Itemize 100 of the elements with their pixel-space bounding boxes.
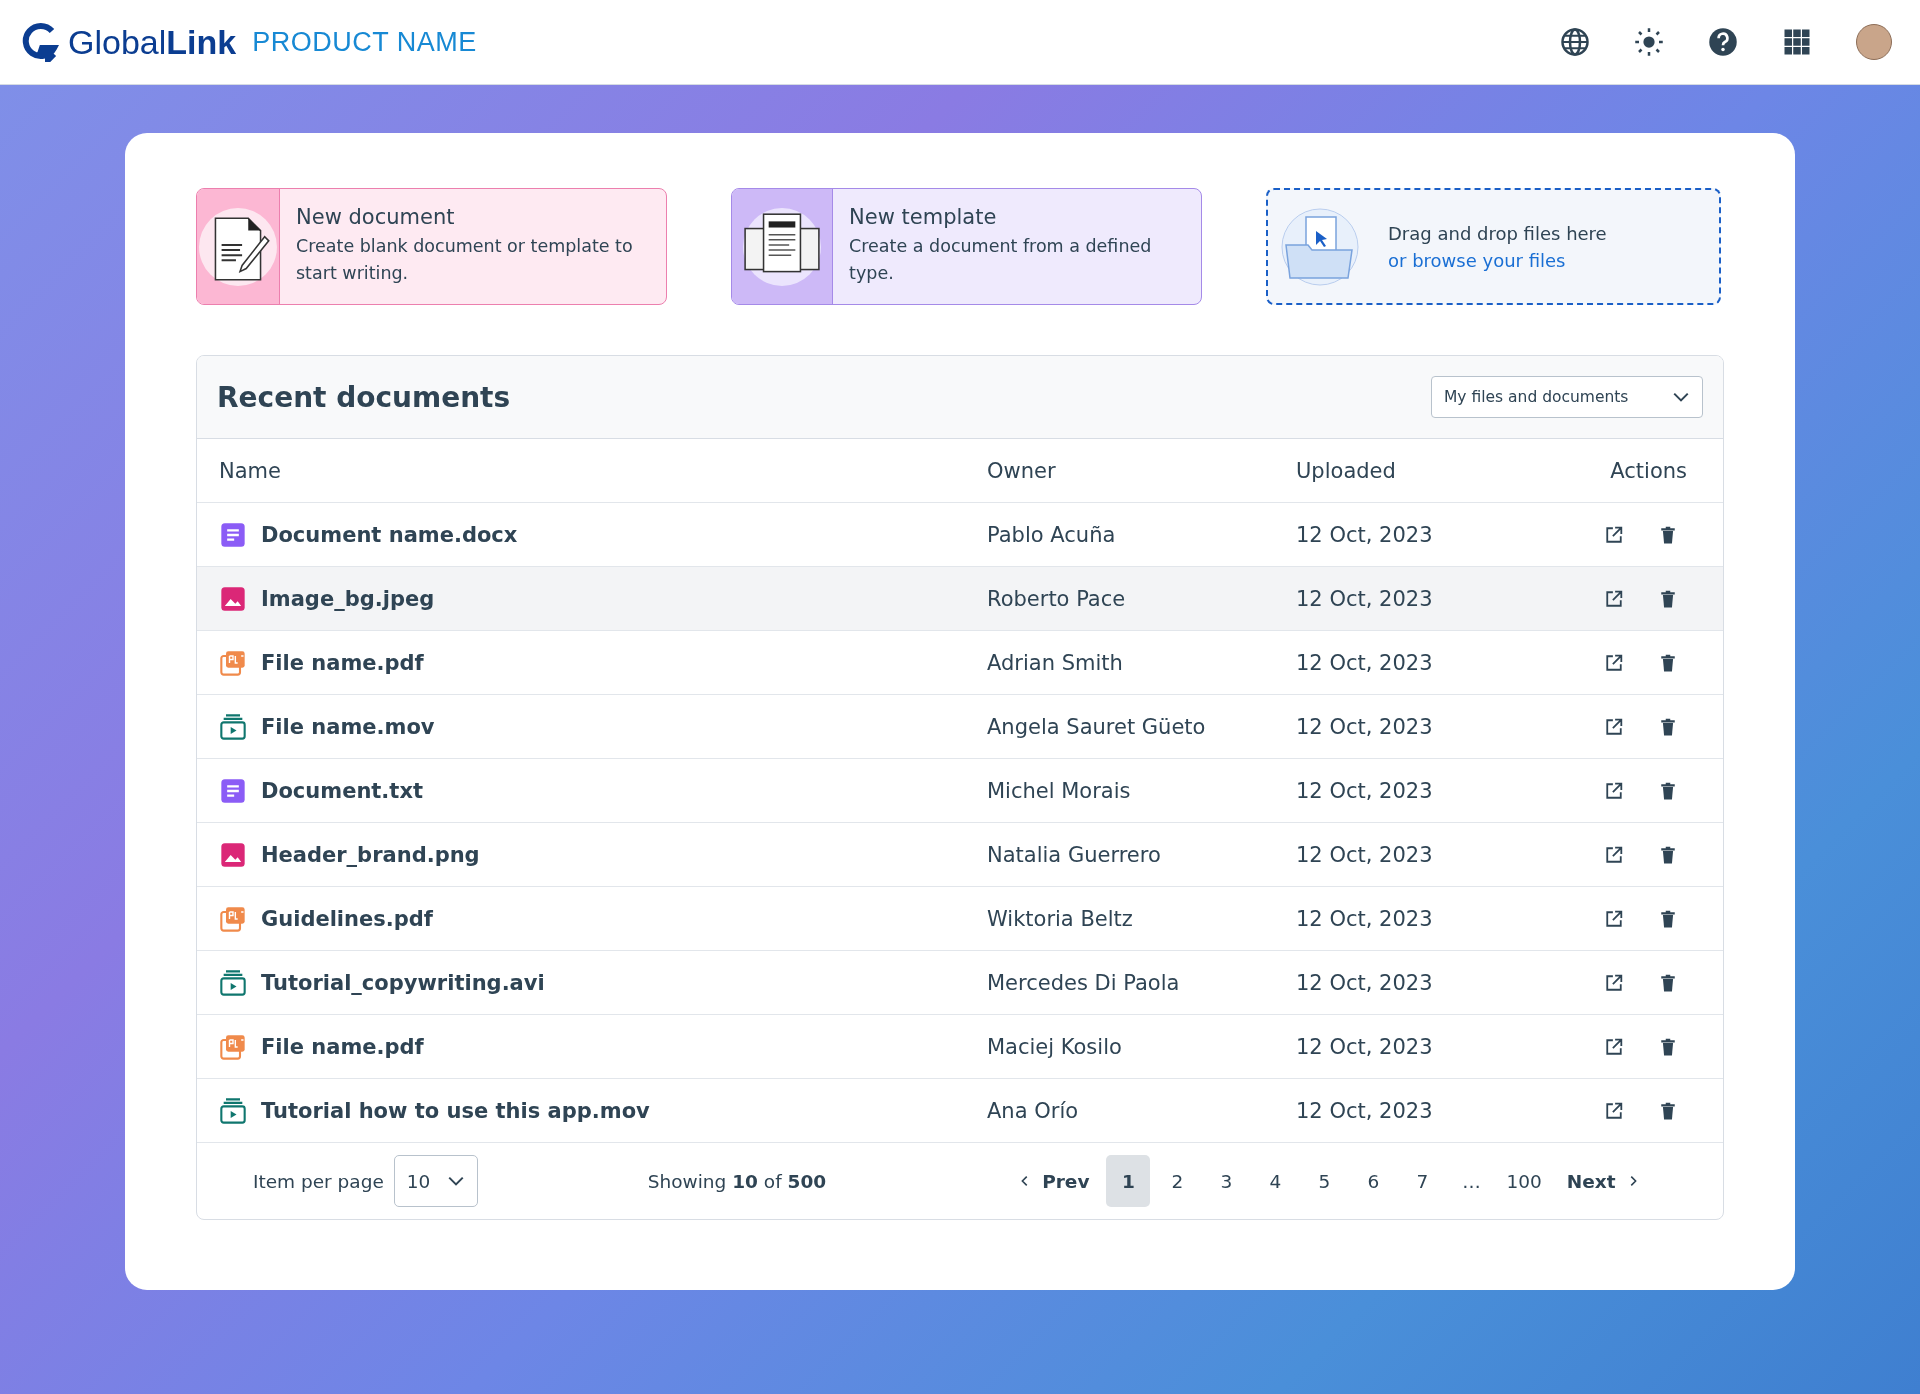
action-card[interactable]: New template Create a document from a defined type. <box>731 188 1202 305</box>
results-count: Showing 10 of 500 <box>647 1170 827 1192</box>
table-row[interactable]: File name.pdf Adrian Smith 12 Oct, 2023 <box>197 631 1723 695</box>
open-external-icon[interactable] <box>1605 717 1623 736</box>
browse-files-link[interactable]: or browse your files <box>1388 246 1566 274</box>
column-header: Name <box>219 458 282 483</box>
action-description: Create a document from a defined type. <box>849 235 1153 285</box>
delete-icon[interactable] <box>1659 589 1677 608</box>
delete-icon[interactable] <box>1659 781 1677 800</box>
items-per-page-select[interactable]: 10 <box>393 1155 478 1207</box>
file-drop-zone[interactable]: Drag and drop files here or browse your files <box>1266 188 1721 305</box>
delete-icon[interactable] <box>1659 845 1677 864</box>
owner-cell-text: Roberto Pace <box>987 586 1127 611</box>
file-name[interactable]: Document name.docx <box>261 522 518 547</box>
owner-cell-text: Ana Orío <box>987 1098 1080 1123</box>
next-page-button[interactable]: Next <box>1554 1155 1652 1207</box>
table-row[interactable]: File name.pdf Maciej Kosilo 12 Oct, 2023 <box>197 1015 1723 1079</box>
logo-icon <box>20 22 60 62</box>
file-name[interactable]: File name.pdf <box>261 1034 424 1059</box>
uploaded-date-cell-text: 12 Oct, 2023 <box>1296 1098 1434 1123</box>
filter-dropdown[interactable]: My files and documents <box>1431 376 1703 418</box>
table-row[interactable]: Guidelines.pdf Wiktoria Beltz 12 Oct, 2023 <box>197 887 1723 951</box>
page-button[interactable]: 2 <box>1155 1155 1200 1207</box>
owner-cell-text: Michel Morais <box>987 778 1132 803</box>
file-name[interactable]: Tutorial how to use this app.mov <box>261 1098 650 1123</box>
page-button[interactable]: 4 <box>1253 1155 1298 1207</box>
page-button[interactable]: 3 <box>1204 1155 1249 1207</box>
owner-cell-text: Natalia Guerrero <box>987 842 1162 867</box>
globe-icon[interactable] <box>1560 27 1590 57</box>
logo-text: GlobalLink <box>68 22 237 62</box>
open-external-icon[interactable] <box>1605 653 1623 672</box>
file-name[interactable]: Guidelines.pdf <box>261 906 433 931</box>
uploaded-date-cell-text: 12 Oct, 2023 <box>1296 1034 1434 1059</box>
delete-icon[interactable] <box>1659 717 1677 736</box>
page-button[interactable]: 100 <box>1498 1155 1550 1207</box>
column-header: Owner <box>987 458 1057 483</box>
help-icon[interactable] <box>1708 27 1738 57</box>
owner-cell-text: Pablo Acuña <box>987 522 1117 547</box>
table-row[interactable]: Tutorial how to use this app.mov Ana Orío 12 Oct, 2023 <box>197 1079 1723 1143</box>
file-name[interactable]: File name.pdf <box>261 650 424 675</box>
pdf-file-icon <box>219 904 247 933</box>
sun-icon[interactable] <box>1634 27 1664 57</box>
action-card[interactable]: New document Create blank document or template to start writing. <box>196 188 667 305</box>
panel-title: Recent documents <box>217 380 511 414</box>
delete-icon[interactable] <box>1659 1037 1677 1056</box>
video-file-icon <box>219 1096 247 1125</box>
open-external-icon[interactable] <box>1605 1037 1623 1056</box>
delete-icon[interactable] <box>1659 1101 1677 1120</box>
file-name[interactable]: File name.mov <box>261 714 435 739</box>
file-name[interactable]: Tutorial_copywriting.avi <box>261 970 545 995</box>
owner-cell-text: Angela Sauret Güeto <box>987 714 1207 739</box>
table-row[interactable]: Document.txt Michel Morais 12 Oct, 2023 <box>197 759 1723 823</box>
open-external-icon[interactable] <box>1605 845 1623 864</box>
action-title: New document <box>296 205 456 229</box>
open-external-icon[interactable] <box>1605 781 1623 800</box>
column-header: Uploaded <box>1296 458 1397 483</box>
action-description: Create blank document or template to start writing. <box>296 235 634 285</box>
text-file-icon <box>219 776 247 805</box>
page-button[interactable]: 1 <box>1106 1155 1151 1207</box>
page-button[interactable]: 7 <box>1400 1155 1445 1207</box>
table-row[interactable]: Image_bg.jpeg Roberto Pace 12 Oct, 2023 <box>197 567 1723 631</box>
page-button[interactable]: … <box>1449 1155 1494 1207</box>
delete-icon[interactable] <box>1659 909 1677 928</box>
uploaded-date-cell-text: 12 Oct, 2023 <box>1296 906 1434 931</box>
owner-cell-text: Adrian Smith <box>987 650 1124 675</box>
uploaded-date-cell-text: 12 Oct, 2023 <box>1296 522 1434 547</box>
open-external-icon[interactable] <box>1605 973 1623 992</box>
open-external-icon[interactable] <box>1605 525 1623 544</box>
open-external-icon[interactable] <box>1605 909 1623 928</box>
owner-cell-text: Maciej Kosilo <box>987 1034 1123 1059</box>
user-avatar[interactable] <box>1856 24 1892 60</box>
drop-instructions: Drag and drop files here <box>1388 221 1607 246</box>
product-name: PRODUCT NAME <box>252 26 477 58</box>
table-row[interactable]: Tutorial_copywriting.avi Mercedes Di Paola 12 Oct, 2023 <box>197 951 1723 1015</box>
uploaded-date-cell-text: 12 Oct, 2023 <box>1296 586 1434 611</box>
file-name[interactable]: Image_bg.jpeg <box>261 586 435 611</box>
items-per-page-label: Item per page <box>253 1170 384 1192</box>
uploaded-date-cell-text: 12 Oct, 2023 <box>1296 778 1434 803</box>
open-external-icon[interactable] <box>1605 1101 1623 1120</box>
file-name[interactable]: Document.txt <box>261 778 423 803</box>
delete-icon[interactable] <box>1659 525 1677 544</box>
delete-icon[interactable] <box>1659 653 1677 672</box>
uploaded-date-cell-text: 12 Oct, 2023 <box>1296 714 1434 739</box>
prev-page-button[interactable]: Prev <box>1006 1155 1102 1207</box>
pdf-file-icon <box>219 1032 247 1061</box>
table-row[interactable]: Header_brand.png Natalia Guerrero 12 Oct, 2023 <box>197 823 1723 887</box>
column-header: Actions <box>1609 458 1688 483</box>
uploaded-date-cell-text: 12 Oct, 2023 <box>1296 970 1434 995</box>
apps-grid-icon[interactable] <box>1782 27 1812 57</box>
video-file-icon <box>219 712 247 741</box>
file-name[interactable]: Header_brand.png <box>261 842 480 867</box>
page-button[interactable]: 5 <box>1302 1155 1347 1207</box>
uploaded-date-cell-text: 12 Oct, 2023 <box>1296 650 1434 675</box>
delete-icon[interactable] <box>1659 973 1677 992</box>
owner-cell-text: Wiktoria Beltz <box>987 906 1134 931</box>
table-row[interactable]: File name.mov Angela Sauret Güeto 12 Oct, 2023 <box>197 695 1723 759</box>
page-button[interactable]: 6 <box>1351 1155 1396 1207</box>
open-external-icon[interactable] <box>1605 589 1623 608</box>
action-title: New template <box>849 205 998 229</box>
image-file-icon <box>219 840 247 869</box>
